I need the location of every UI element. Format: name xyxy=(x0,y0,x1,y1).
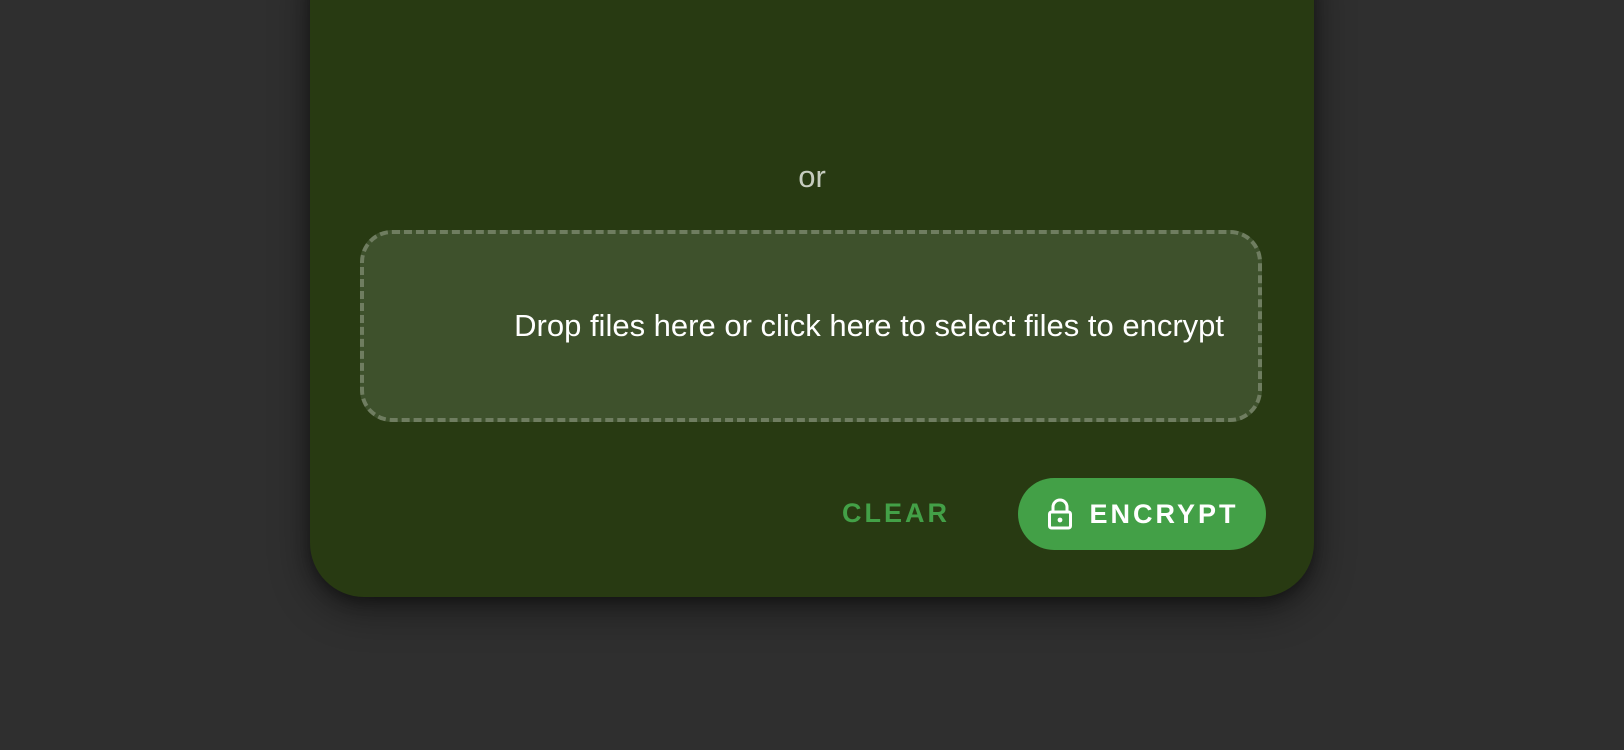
or-separator: or xyxy=(798,159,826,194)
encrypt-button[interactable]: ENCRYPT xyxy=(1018,478,1266,550)
dropzone-label: Drop files here or click here to select … xyxy=(514,308,1224,343)
lock-icon xyxy=(1045,498,1075,530)
file-dropzone[interactable]: Drop files here or click here to select … xyxy=(360,230,1262,422)
encrypt-card: or Drop files here or click here to sele… xyxy=(310,0,1314,597)
clear-button[interactable]: CLEAR xyxy=(842,484,950,542)
encrypt-label: ENCRYPT xyxy=(1089,498,1239,529)
